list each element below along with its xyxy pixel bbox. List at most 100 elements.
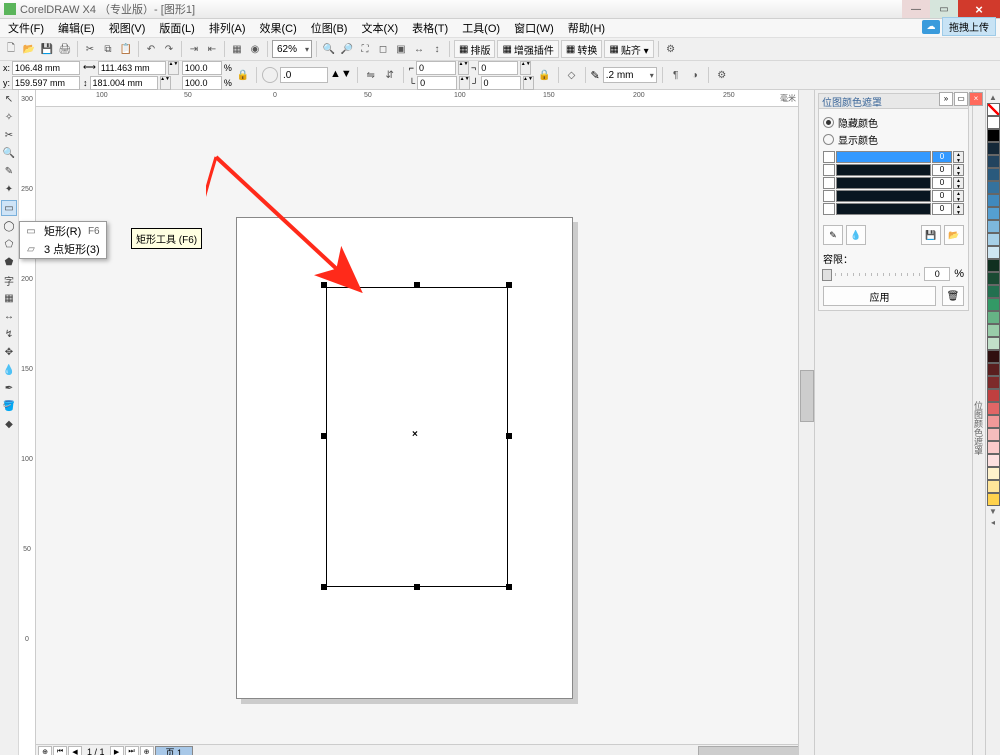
color-swatch[interactable] [987,168,1000,181]
zoom-level-select[interactable]: 62% [272,40,312,58]
freehand-tool-icon[interactable]: ✎ [2,164,17,179]
menu-file[interactable]: 文件(F) [4,19,48,37]
basic-shapes-icon[interactable]: ⬟ [2,255,17,270]
flyout-3pt-rectangle[interactable]: ▱ 3 点矩形(3) [20,240,106,258]
minimize-button[interactable]: — [902,0,930,18]
color-swatch[interactable] [987,142,1000,155]
page-first-icon[interactable]: ⏮ [53,746,67,755]
color-swatch[interactable] [987,311,1000,324]
wrap-text-icon[interactable]: ¶ [668,67,684,83]
delete-mask-icon[interactable]: 🗑 [942,286,964,306]
shape-tool-icon[interactable]: ✧ [2,110,17,125]
zoom-fit-icon[interactable]: ⛶ [357,41,373,57]
color-swatch[interactable] [987,350,1000,363]
handle-w[interactable] [321,433,327,439]
menu-effects[interactable]: 效果(C) [256,19,301,37]
page-prev-icon[interactable]: ◀ [68,746,82,755]
zoom-in-icon[interactable]: 🔍 [321,41,337,57]
color-swatch[interactable] [987,415,1000,428]
mask-color-row[interactable]: 0▲▼ [823,190,964,202]
redo-icon[interactable]: ↷ [161,41,177,57]
lock-ratio-icon[interactable]: 🔒 [235,67,251,83]
color-swatch[interactable] [987,493,1000,506]
slider-thumb[interactable] [822,269,832,281]
corner4-field[interactable]: 0 [481,76,521,90]
eyedrop-icon[interactable]: 💧 [846,225,866,245]
zoom-select-icon[interactable]: ◻ [375,41,391,57]
handle-e[interactable] [506,433,512,439]
ellipse-tool-icon[interactable]: ◯ [2,219,17,234]
color-swatch[interactable] [987,467,1000,480]
color-swatch[interactable] [987,194,1000,207]
options-icon[interactable]: ⚙ [663,41,679,57]
save-mask-icon[interactable]: 💾 [921,225,941,245]
menu-window[interactable]: 窗口(W) [510,19,558,37]
page-last-icon[interactable]: ⏭ [125,746,139,755]
handle-se[interactable] [506,584,512,590]
options2-icon[interactable]: ⚙ [714,67,730,83]
copy-icon[interactable]: ⧉ [100,41,116,57]
paste-icon[interactable]: 📋 [118,41,134,57]
corner2-field[interactable]: 0 [478,61,518,75]
height-spin[interactable]: ▲▼ [160,76,171,90]
corner1-field[interactable]: 0 [416,61,456,75]
color-swatch[interactable] [987,363,1000,376]
apply-button[interactable]: 应用 [823,286,936,306]
color-swatch[interactable] [987,259,1000,272]
snap-button[interactable]: ▦ 贴齐 ▾ [604,40,653,58]
height-field[interactable]: 181.004 mm [90,76,158,90]
color-swatch[interactable] [987,129,1000,142]
mask-color-row[interactable]: 0▲▼ [823,177,964,189]
color-swatch[interactable] [987,376,1000,389]
smart-tool-icon[interactable]: ✦ [2,182,17,197]
color-swatch[interactable] [987,441,1000,454]
color-swatch[interactable] [987,337,1000,350]
zoom-out-icon[interactable]: 🔎 [339,41,355,57]
color-swatch[interactable] [987,155,1000,168]
color-swatch[interactable] [987,298,1000,311]
mirror-v-icon[interactable]: ⇵ [382,67,398,83]
plugin-button[interactable]: ▦ 增强插件 [497,40,558,58]
scaley-field[interactable]: 100.0 [182,76,222,90]
docker-min-icon[interactable]: ▭ [954,92,968,106]
outline-tool-icon[interactable]: ✒ [2,381,17,396]
color-swatch[interactable] [987,480,1000,493]
color-swatch[interactable] [987,402,1000,415]
mask-color-row[interactable]: 0▲▼ [823,164,964,176]
rectangle-tool-icon[interactable]: ▭ [1,200,17,216]
print-icon[interactable]: 🖨 [57,41,73,57]
eyedropper-icon[interactable]: 💧 [2,363,17,378]
flyout-rectangle[interactable]: ▭ 矩形(R) F6 [20,222,106,240]
text-tool-icon[interactable]: 字 [2,273,17,288]
color-swatch[interactable] [987,181,1000,194]
handle-sw[interactable] [321,584,327,590]
horizontal-scrollbar[interactable] [228,744,798,755]
handle-ne[interactable] [506,282,512,288]
color-swatch[interactable] [987,220,1000,233]
page-tab[interactable]: 页 1 [155,746,194,755]
color-swatch[interactable] [987,116,1000,129]
x-field[interactable]: 106.48 mm [12,61,80,75]
save-icon[interactable]: 💾 [39,41,55,57]
color-swatch[interactable] [987,246,1000,259]
width-field[interactable]: 111.463 mm [98,61,166,75]
open-mask-icon[interactable]: 📂 [944,225,964,245]
corner3-field[interactable]: 0 [417,76,457,90]
upload-button[interactable]: 拖拽上传 [942,17,996,36]
page-next-icon[interactable]: ▶ [110,746,124,755]
handle-s[interactable] [414,584,420,590]
palette-fly-icon[interactable]: ◂ [991,518,995,527]
menu-edit[interactable]: 编辑(E) [54,19,99,37]
color-swatch[interactable] [987,389,1000,402]
convert-button[interactable]: ▦ 转换 [561,40,602,58]
color-swatch[interactable] [987,272,1000,285]
tolerance-field[interactable]: 0 [924,267,950,281]
crop-tool-icon[interactable]: ✂ [2,128,17,143]
menu-bitmap[interactable]: 位图(B) [307,19,352,37]
table-tool-icon[interactable]: ▦ [2,291,17,306]
behind-fill-icon[interactable]: ◑ [687,67,703,83]
color-swatch[interactable] [987,324,1000,337]
vertical-ruler[interactable]: 300250200150100500 [19,90,36,755]
horizontal-ruler[interactable]: 毫米 10050050100150200250300350 [36,90,798,107]
interactive-tool-icon[interactable]: ✥ [2,345,17,360]
